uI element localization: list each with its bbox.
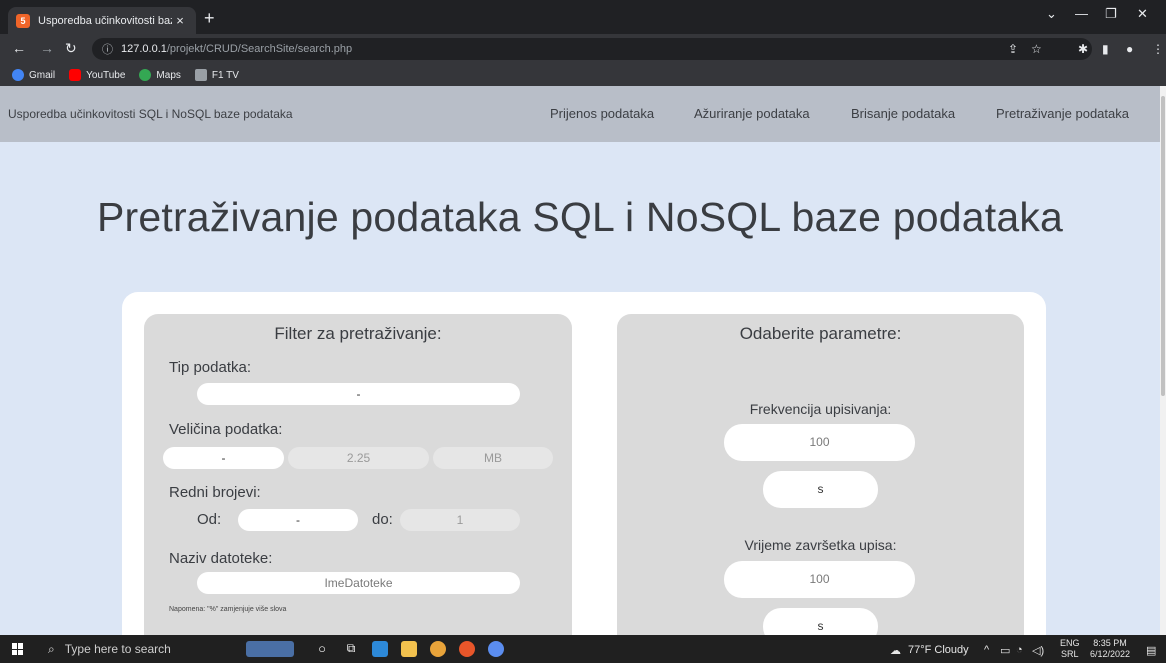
minimize-icon[interactable]: — bbox=[1075, 6, 1088, 21]
type-select[interactable]: - bbox=[197, 383, 520, 405]
weather-icon: ☁ bbox=[890, 645, 901, 657]
search-card: Filter za pretraživanje: Tip podatka: - … bbox=[122, 292, 1046, 635]
task-view-icon[interactable]: ⧉ bbox=[343, 641, 359, 657]
filter-heading: Filter za pretraživanje: bbox=[274, 324, 442, 343]
youtube-icon bbox=[69, 69, 82, 81]
back-icon[interactable]: ← bbox=[12, 40, 26, 56]
google-icon bbox=[12, 69, 24, 81]
browser-tabstrip: 5 Usporedba učinkovitosti baza × + ⌄ — ❐… bbox=[0, 0, 1166, 34]
end-time-label: Vrijeme završetka upisa: bbox=[744, 537, 897, 553]
filter-panel: Filter za pretraživanje: Tip podatka: - … bbox=[144, 314, 572, 635]
type-label: Tip podatka: bbox=[169, 359, 251, 376]
size-unit-select[interactable]: MB bbox=[433, 447, 553, 469]
battery-icon[interactable]: ▭ bbox=[1000, 644, 1010, 657]
params-heading: Odaberite parametre: bbox=[739, 324, 902, 343]
bookmark-gmail[interactable]: Gmail bbox=[12, 69, 55, 81]
site-brand[interactable]: Usporedba učinkovitosti SQL i NoSQL baze… bbox=[8, 107, 293, 121]
to-input[interactable]: 1 bbox=[400, 509, 520, 531]
close-window-icon[interactable]: ✕ bbox=[1137, 6, 1148, 22]
side-panel-icon[interactable]: ▮ bbox=[1102, 42, 1109, 56]
frequency-input[interactable]: 100 bbox=[724, 424, 915, 461]
search-icon: ⌕ bbox=[48, 641, 55, 656]
bookmarks-bar: Gmail YouTube Maps F1 TV bbox=[0, 64, 1166, 86]
filename-note: Napomena: "%" zamjenjuje više slova bbox=[169, 606, 287, 613]
vscode-icon[interactable] bbox=[372, 641, 388, 657]
extensions-icon[interactable]: ✱ bbox=[1078, 42, 1088, 56]
nav-link-prijenos[interactable]: Prijenos podataka bbox=[550, 106, 654, 121]
from-select[interactable]: - bbox=[238, 509, 358, 531]
taskbar-search-placeholder: Type here to search bbox=[64, 642, 171, 656]
cortana-icon[interactable]: ○ bbox=[314, 641, 330, 657]
frequency-unit-select[interactable]: s bbox=[763, 471, 878, 508]
nav-link-azuriranje[interactable]: Ažuriranje podataka bbox=[694, 106, 810, 121]
chrome-canary-icon[interactable] bbox=[488, 641, 504, 657]
bookmark-youtube[interactable]: YouTube bbox=[69, 69, 125, 81]
from-label: Od: bbox=[197, 511, 222, 528]
windows-taskbar: ⌕ Type here to search ○ ⧉ ☁ 77°F Cloudy … bbox=[0, 635, 1166, 663]
new-tab-button[interactable]: + bbox=[204, 9, 215, 27]
maps-pin-icon bbox=[139, 69, 152, 81]
nav-link-pretrazivanje[interactable]: Pretraživanje podataka bbox=[996, 106, 1129, 121]
page-title: Pretraživanje podataka SQL i NoSQL baze … bbox=[96, 194, 1064, 240]
info-icon[interactable]: ⓘ bbox=[102, 41, 113, 57]
page-scroll-thumb[interactable] bbox=[1161, 96, 1165, 396]
volume-icon[interactable]: ◁) bbox=[1032, 644, 1044, 657]
browser-tab[interactable]: 5 Usporedba učinkovitosti baza × bbox=[8, 7, 196, 34]
tab-search-icon[interactable]: ⌄ bbox=[1046, 6, 1057, 22]
frequency-label: Frekvencija upisivanja: bbox=[749, 401, 892, 417]
size-operator-select[interactable]: - bbox=[163, 447, 284, 469]
restore-icon[interactable]: ❐ bbox=[1105, 6, 1117, 22]
bookmark-star-icon[interactable]: ☆ bbox=[1031, 42, 1042, 56]
params-panel: Odaberite parametre: Frekvencija upisiva… bbox=[617, 314, 1024, 635]
notification-icon[interactable]: ▤ bbox=[1146, 644, 1156, 657]
size-label: Veličina podatka: bbox=[169, 421, 283, 438]
bookmark-f1tv[interactable]: F1 TV bbox=[194, 69, 239, 81]
taskbar-clock[interactable]: 8:35 PM 6/12/2022 bbox=[1090, 638, 1130, 660]
bookmark-maps[interactable]: Maps bbox=[139, 69, 181, 81]
page-viewport: Usporedba učinkovitosti SQL i NoSQL baze… bbox=[0, 86, 1160, 635]
browser-toolbar: ← → ↻ ⓘ 127.0.0.1/projekt/CRUD/SearchSit… bbox=[0, 34, 1166, 64]
url-text: 127.0.0.1/projekt/CRUD/SearchSite/search… bbox=[121, 43, 353, 55]
language-indicator[interactable]: ENG SRL bbox=[1060, 638, 1080, 660]
weather-text[interactable]: 77°F Cloudy bbox=[908, 644, 969, 656]
profile-icon[interactable]: ● bbox=[1126, 42, 1133, 56]
filename-input[interactable]: ImeDatoteke bbox=[197, 572, 520, 594]
f1tv-icon bbox=[194, 69, 207, 81]
reload-icon[interactable]: ↻ bbox=[65, 40, 77, 57]
ordinal-label: Redni brojevi: bbox=[169, 484, 261, 501]
site-navbar: Usporedba učinkovitosti SQL i NoSQL baze… bbox=[0, 86, 1160, 142]
file-explorer-icon[interactable] bbox=[401, 641, 417, 657]
taskbar-search[interactable]: ⌕ Type here to search bbox=[38, 635, 228, 663]
address-bar[interactable]: ⓘ 127.0.0.1/projekt/CRUD/SearchSite/sear… bbox=[92, 38, 1092, 60]
end-time-unit-select[interactable]: s bbox=[763, 608, 878, 635]
forward-icon[interactable]: → bbox=[40, 40, 54, 56]
end-time-input[interactable]: 100 bbox=[724, 561, 915, 598]
to-label: do: bbox=[372, 511, 393, 528]
windows-start-icon[interactable] bbox=[12, 643, 24, 655]
tab-title: Usporedba učinkovitosti baza bbox=[38, 14, 172, 27]
tray-chevron-icon[interactable]: ^ bbox=[984, 644, 989, 656]
tab-close-icon[interactable]: × bbox=[172, 13, 188, 28]
menu-kebab-icon[interactable]: ⋮ bbox=[1152, 42, 1164, 56]
network-icon[interactable]: ◔ bbox=[1016, 644, 1023, 656]
filename-label: Naziv datoteke: bbox=[169, 550, 273, 567]
news-widget-icon[interactable] bbox=[246, 641, 294, 657]
chrome-icon[interactable] bbox=[430, 641, 446, 657]
size-value-input[interactable]: 2.25 bbox=[288, 447, 429, 469]
page-favicon-icon: 5 bbox=[16, 13, 30, 28]
share-icon[interactable]: ⇪ bbox=[1008, 42, 1018, 56]
nav-link-brisanje[interactable]: Brisanje podataka bbox=[851, 106, 955, 121]
firefox-icon[interactable] bbox=[459, 641, 475, 657]
